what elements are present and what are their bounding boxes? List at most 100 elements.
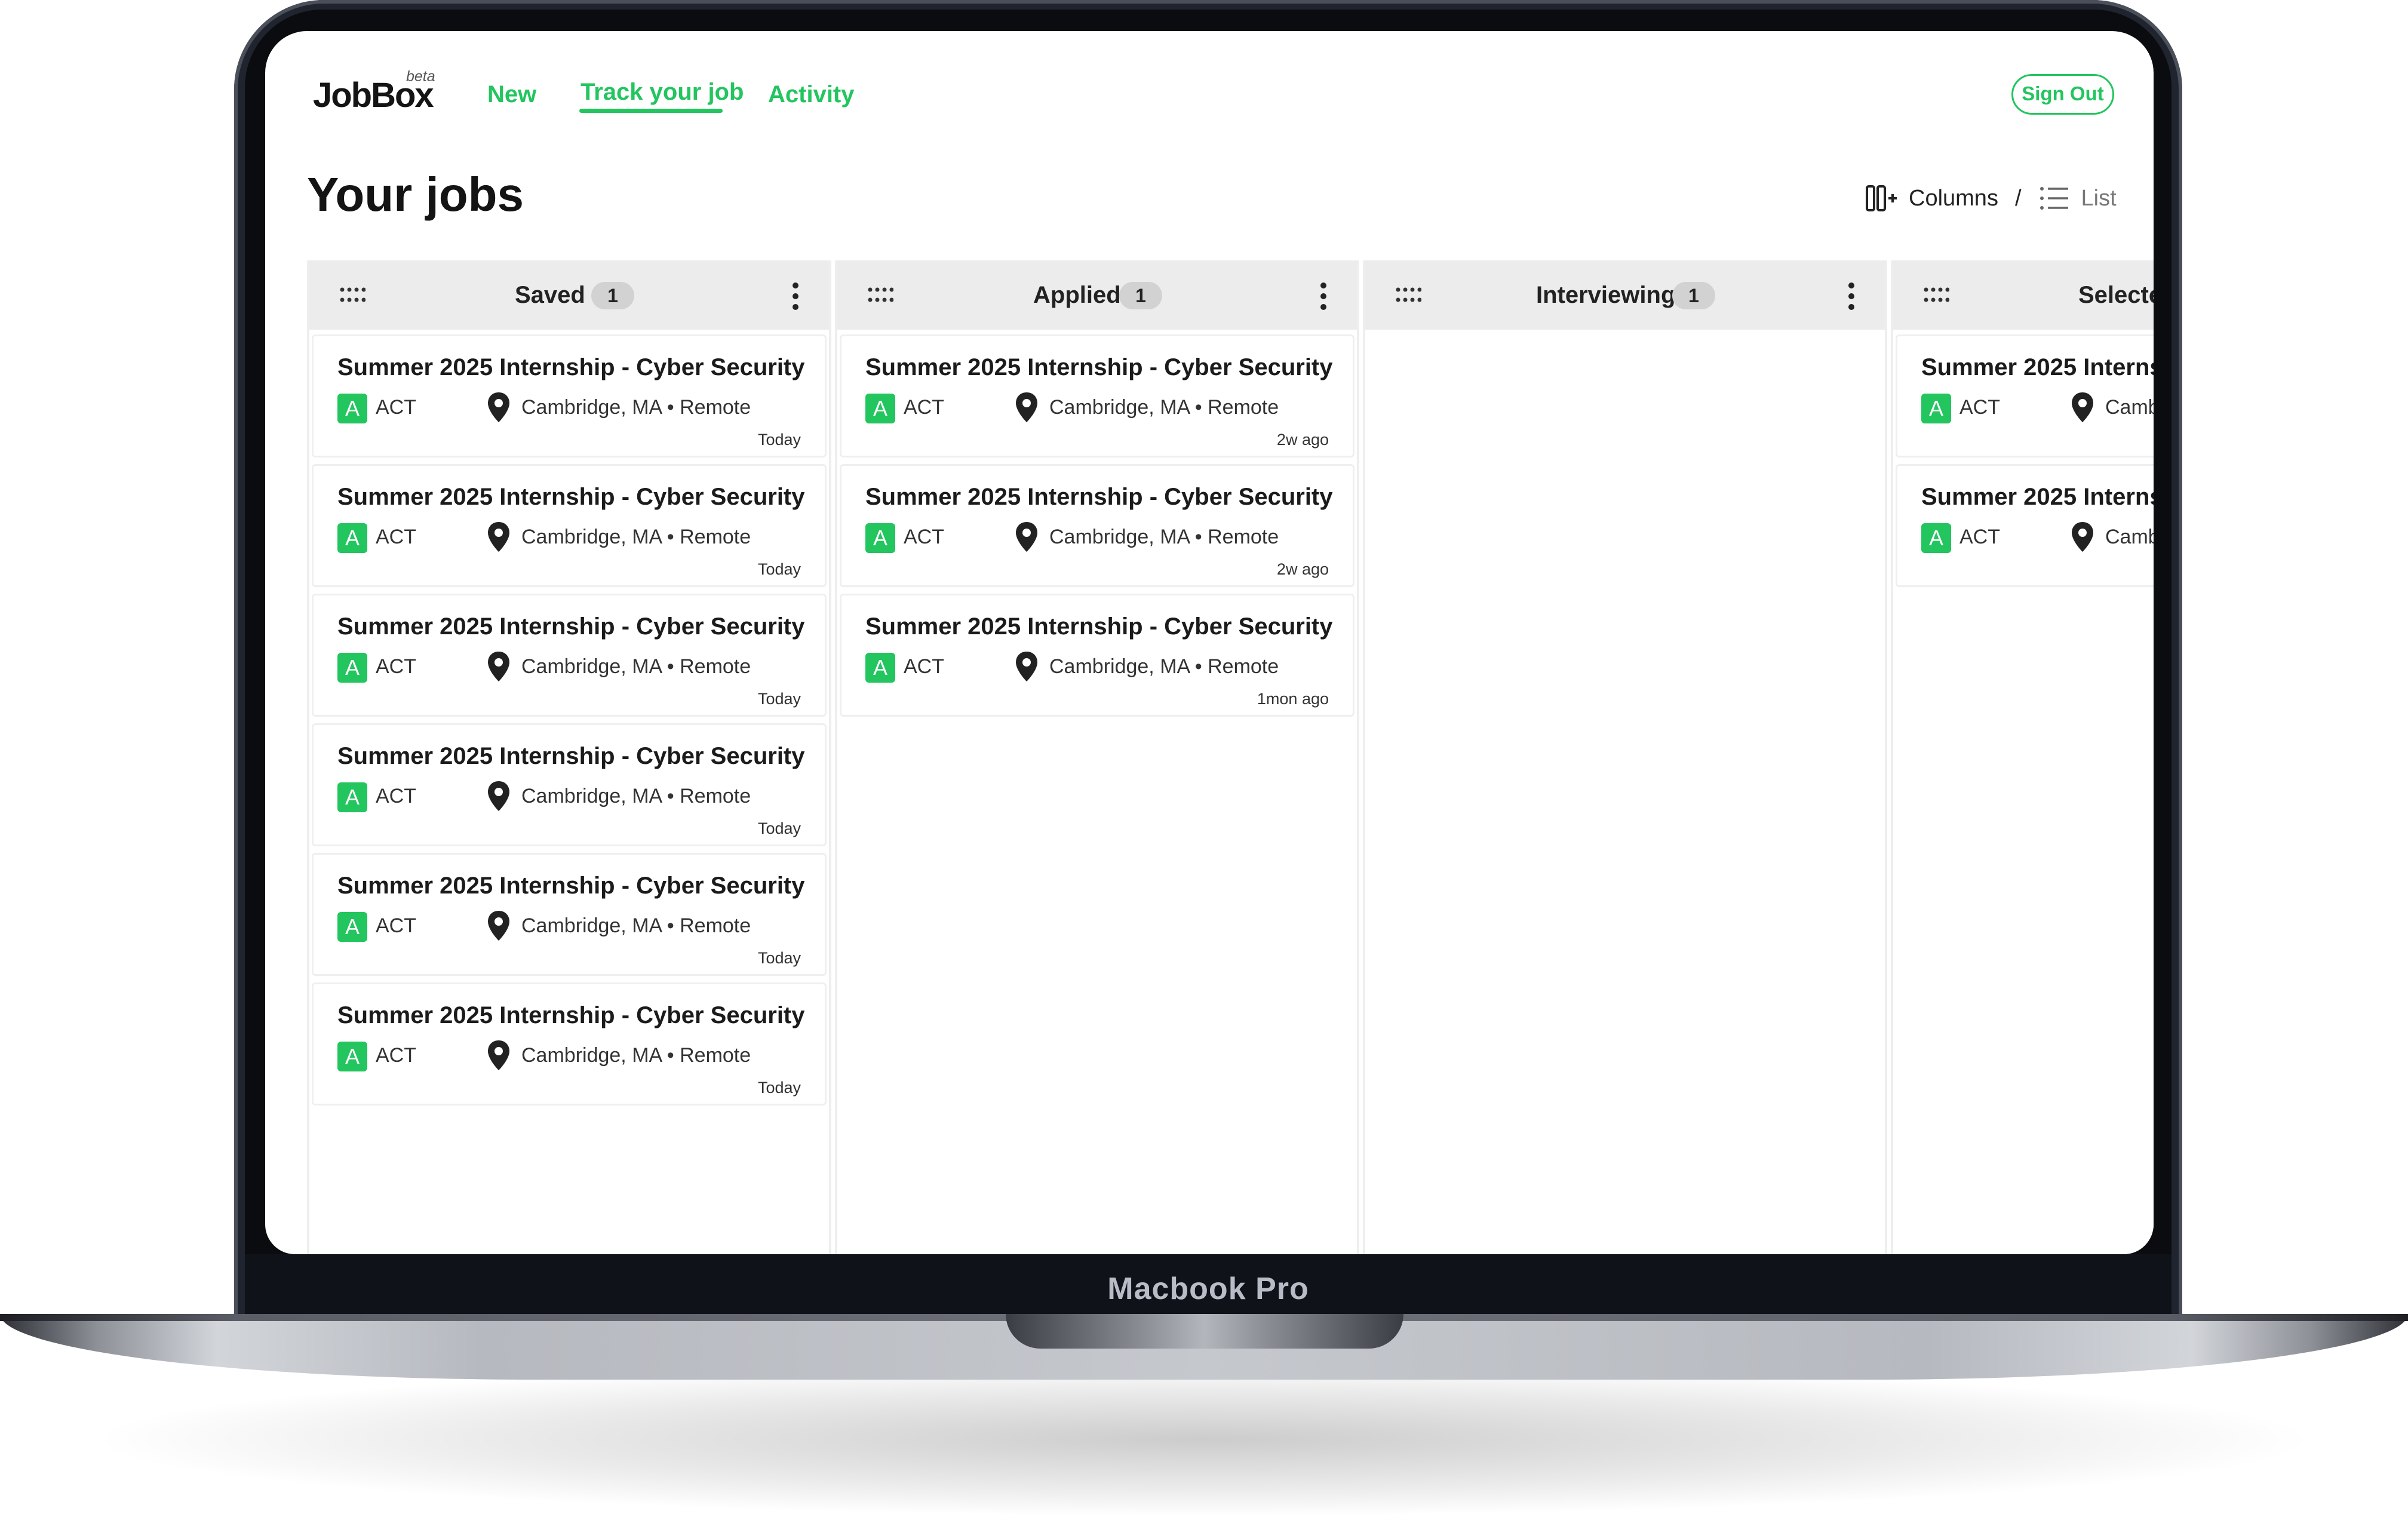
job-timestamp: Today [757, 431, 801, 449]
more-options-icon[interactable] [1317, 281, 1329, 312]
job-timestamp: 2w ago [1276, 560, 1329, 578]
columns-icon[interactable] [1866, 184, 1898, 213]
location-pin-icon [488, 392, 509, 422]
location-pin-icon [488, 781, 509, 811]
job-card[interactable]: Summer 2025 Internshi A ACT Camb [1896, 334, 2154, 457]
more-options-icon[interactable] [790, 281, 801, 312]
company-logo-badge: A [865, 653, 895, 683]
company-name: ACT [1959, 526, 2000, 548]
company-name: ACT [904, 655, 944, 678]
company-logo-badge: A [337, 523, 367, 553]
company-name: ACT [376, 655, 416, 678]
company-logo-badge: A [865, 523, 895, 553]
job-title: Summer 2025 Internship - Cyber Security [865, 354, 1333, 380]
company-logo-badge: A [337, 653, 367, 683]
job-location: Cambridge, MA • Remote [521, 526, 751, 548]
location-pin-icon [1016, 652, 1037, 681]
job-timestamp: Today [757, 949, 801, 967]
beta-tag: beta [406, 68, 435, 85]
job-title: Summer 2025 Internship - Cyber Security [337, 1002, 805, 1028]
job-card[interactable]: Summer 2025 Internship - Cyber Security … [312, 334, 827, 457]
column-count-badge: 1 [591, 282, 634, 309]
device-label: Macbook Pro [1107, 1272, 1309, 1306]
job-location: Cambridge, MA • Remote [1049, 526, 1279, 548]
job-card[interactable]: Summer 2025 Internship - Cyber Security … [312, 853, 827, 976]
column-title: Interviewing [1536, 282, 1676, 308]
column-title: Selecte [2078, 282, 2154, 308]
job-card[interactable]: Summer 2025 Internship - Cyber Security … [312, 723, 827, 846]
laptop-notch [1006, 1314, 1403, 1349]
job-card[interactable]: Summer 2025 Internship - Cyber Security … [312, 982, 827, 1105]
company-logo-badge: A [1921, 523, 1951, 553]
company-logo-badge: A [337, 1042, 367, 1071]
view-toggle: Columns / List [1866, 180, 2117, 216]
job-title: Summer 2025 Internship - Cyber Security [865, 613, 1333, 640]
location-pin-icon [1016, 392, 1037, 422]
company-name: ACT [1959, 396, 2000, 419]
job-title: Summer 2025 Internship - Cyber Security [337, 354, 805, 380]
nav-activity[interactable]: Activity [768, 81, 855, 108]
job-location: Cambridge, MA • Remote [521, 655, 751, 678]
job-location: Cambridge, MA • Remote [521, 396, 751, 419]
location-pin-icon [2072, 522, 2093, 552]
drag-handle-icon[interactable] [1395, 287, 1421, 305]
laptop-frame: Macbook Pro JobBox beta New Track your j… [0, 0, 2408, 1517]
job-location: Cambridge, MA • Remote [521, 1044, 751, 1067]
column-header: Selecte [1893, 260, 2154, 330]
job-location: Cambridge, MA • Remote [521, 785, 751, 807]
list-icon[interactable] [2038, 184, 2071, 213]
active-nav-indicator [579, 109, 723, 113]
job-timestamp: Today [757, 1079, 801, 1097]
job-card[interactable]: Summer 2025 Internship - Cyber Security … [312, 594, 827, 717]
company-logo-badge: A [337, 782, 367, 812]
drag-handle-icon[interactable] [1923, 287, 1949, 305]
location-pin-icon [488, 911, 509, 941]
column-count-badge: 1 [1119, 282, 1162, 309]
company-name: ACT [904, 526, 944, 548]
company-name: ACT [376, 526, 416, 548]
company-logo-badge: A [865, 394, 895, 423]
company-name: ACT [376, 1044, 416, 1067]
job-timestamp: Today [757, 819, 801, 837]
drag-handle-icon[interactable] [867, 287, 893, 305]
company-name: ACT [904, 396, 944, 419]
job-card[interactable]: Summer 2025 Internship - Cyber Security … [840, 594, 1354, 717]
location-pin-icon [488, 1040, 509, 1070]
company-logo-badge: A [1921, 394, 1951, 423]
job-card[interactable]: Summer 2025 Internship - Cyber Security … [312, 464, 827, 587]
drag-handle-icon[interactable] [339, 287, 366, 305]
sign-out-button[interactable]: Sign Out [2011, 74, 2114, 115]
more-options-icon[interactable] [1845, 281, 1857, 312]
job-title: Summer 2025 Internship - Cyber Security [865, 484, 1333, 510]
location-pin-icon [1016, 522, 1037, 552]
job-location: Camb [2105, 396, 2154, 419]
job-card[interactable]: Summer 2025 Internship - Cyber Security … [840, 334, 1354, 457]
job-timestamp: 1mon ago [1257, 690, 1329, 708]
company-name: ACT [376, 396, 416, 419]
job-timestamp: 2w ago [1276, 431, 1329, 449]
job-timestamp: Today [757, 560, 801, 578]
job-timestamp: Today [757, 690, 801, 708]
column-header: Applied 1 [837, 260, 1357, 330]
company-logo-badge: A [337, 912, 367, 942]
app-screen: JobBox beta New Track your job Activity … [265, 31, 2154, 1254]
column-saved: Saved 1 Summer 2025 Internship - Cyber S… [307, 260, 831, 1254]
list-view-button[interactable]: List [2081, 186, 2117, 211]
company-logo-badge: A [337, 394, 367, 423]
job-location: Camb [2105, 526, 2154, 548]
job-card[interactable]: Summer 2025 Internshi A ACT Camb [1896, 464, 2154, 587]
job-title: Summer 2025 Internship - Cyber Security [337, 743, 805, 769]
column-header: Interviewing 1 [1365, 260, 1885, 330]
location-pin-icon [488, 652, 509, 681]
kanban-board: Saved 1 Summer 2025 Internship - Cyber S… [307, 260, 2154, 1254]
job-location: Cambridge, MA • Remote [1049, 396, 1279, 419]
column-header: Saved 1 [309, 260, 829, 330]
laptop-shadow [84, 1362, 2323, 1517]
job-title: Summer 2025 Internship - Cyber Security [337, 873, 805, 899]
job-card[interactable]: Summer 2025 Internship - Cyber Security … [840, 464, 1354, 587]
column-count-badge: 1 [1672, 282, 1715, 309]
nav-new[interactable]: New [487, 81, 536, 108]
columns-view-button[interactable]: Columns [1909, 186, 1998, 211]
location-pin-icon [2072, 392, 2093, 422]
nav-track-your-job[interactable]: Track your job [580, 79, 744, 106]
